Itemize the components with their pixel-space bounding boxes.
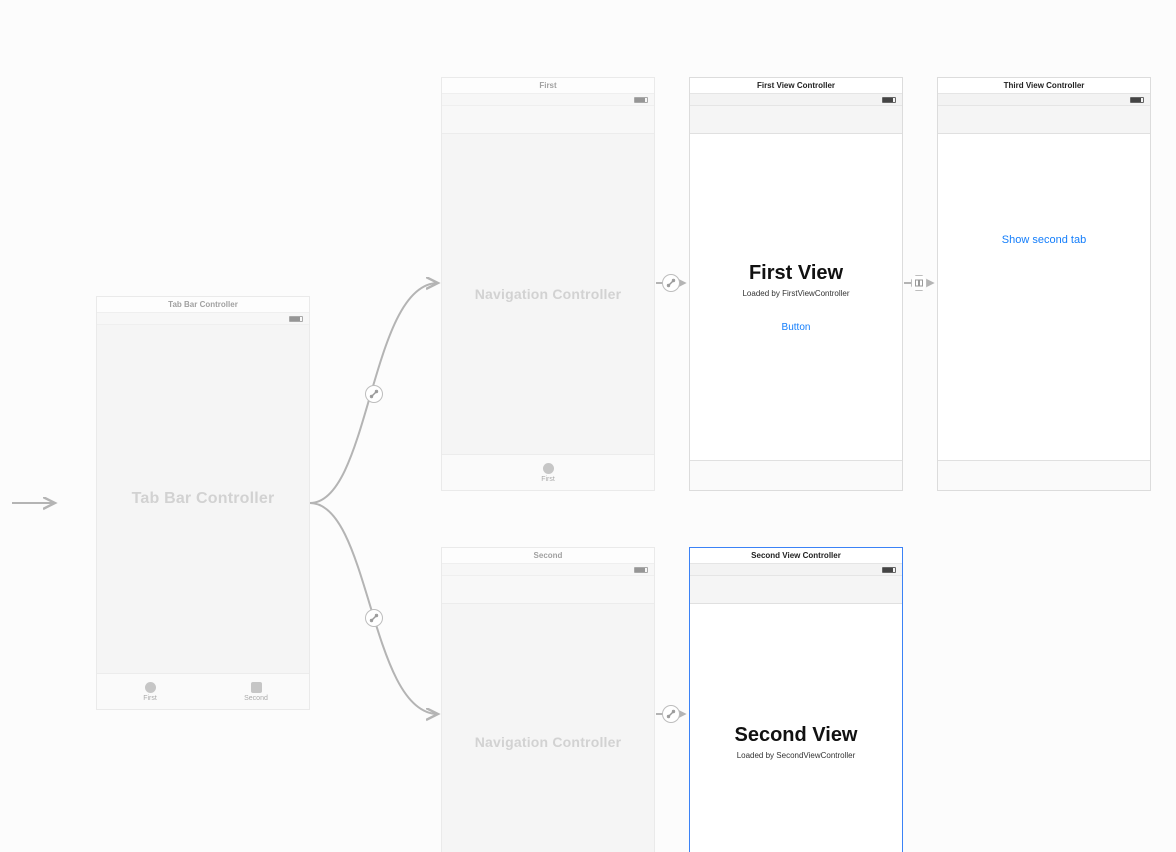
battery-icon [1130,97,1144,103]
scene-title: First [442,78,654,94]
tab-bar: First Second [97,673,309,709]
status-bar [690,564,902,576]
scene-navigation-controller-first[interactable]: First Navigation Controller First [441,77,655,491]
battery-icon [634,97,648,103]
segue-relationship-icon[interactable] [662,705,680,723]
scene-body: Navigation Controller [442,604,654,852]
circle-icon [145,682,156,693]
navigation-bar [442,576,654,604]
segue-show-icon[interactable] [911,275,927,291]
tab-item-first[interactable]: First [518,455,578,490]
scene-navigation-controller-second[interactable]: Second Navigation Controller [441,547,655,852]
scene-second-view-controller[interactable]: Second View Controller Second View Loade… [689,547,903,852]
scene-title: Second [442,548,654,564]
navigation-bar [690,576,902,604]
navigation-bar [938,106,1150,134]
tab-label: First [143,695,157,702]
status-bar [97,313,309,325]
tab-bar: First [442,454,654,490]
navigation-bar [442,106,654,134]
status-bar [442,94,654,106]
scene-third-view-controller[interactable]: Third View Controller Show second tab [937,77,1151,491]
tab-bar [690,460,902,490]
tab-item-second[interactable]: Second [203,674,309,709]
scene-title: Third View Controller [938,78,1150,94]
button[interactable]: Button [782,322,811,333]
status-bar [690,94,902,106]
subheading-label: Loaded by FirstViewController [742,289,849,298]
scene-title: Second View Controller [690,548,902,564]
battery-icon [634,567,648,573]
subheading-label: Loaded by SecondViewController [737,751,856,760]
status-bar [442,564,654,576]
scene-first-view-controller[interactable]: First View Controller First View Loaded … [689,77,903,491]
show-second-tab-button[interactable]: Show second tab [1002,234,1086,246]
status-bar [938,94,1150,106]
placeholder-label: Navigation Controller [475,734,622,750]
battery-icon [882,567,896,573]
scene-body: Second View Loaded by SecondViewControll… [690,604,902,852]
segue-relationship-icon[interactable] [365,385,383,403]
battery-icon [882,97,896,103]
placeholder-label: Navigation Controller [475,286,622,302]
tab-item-first[interactable]: First [97,674,203,709]
scene-title: First View Controller [690,78,902,94]
segue-relationship-icon[interactable] [662,274,680,292]
heading-label: Second View [734,724,857,747]
scene-body: Navigation Controller [442,134,654,454]
tab-bar [938,460,1150,490]
circle-icon [543,463,554,474]
battery-icon [289,316,303,322]
placeholder-label: Tab Bar Controller [132,490,275,508]
heading-label: First View [749,262,843,285]
segue-relationship-icon[interactable] [365,609,383,627]
navigation-bar [690,106,902,134]
square-icon [251,682,262,693]
tab-label: Second [244,695,268,702]
scene-body: Show second tab [938,134,1150,460]
storyboard-canvas[interactable]: Tab Bar Controller Tab Bar Controller Fi… [0,0,1176,852]
scene-title: Tab Bar Controller [97,297,309,313]
scene-tab-bar-controller[interactable]: Tab Bar Controller Tab Bar Controller Fi… [96,296,310,710]
tab-label: First [541,476,555,483]
scene-body: First View Loaded by FirstViewController… [690,134,902,460]
scene-body: Tab Bar Controller [97,325,309,673]
